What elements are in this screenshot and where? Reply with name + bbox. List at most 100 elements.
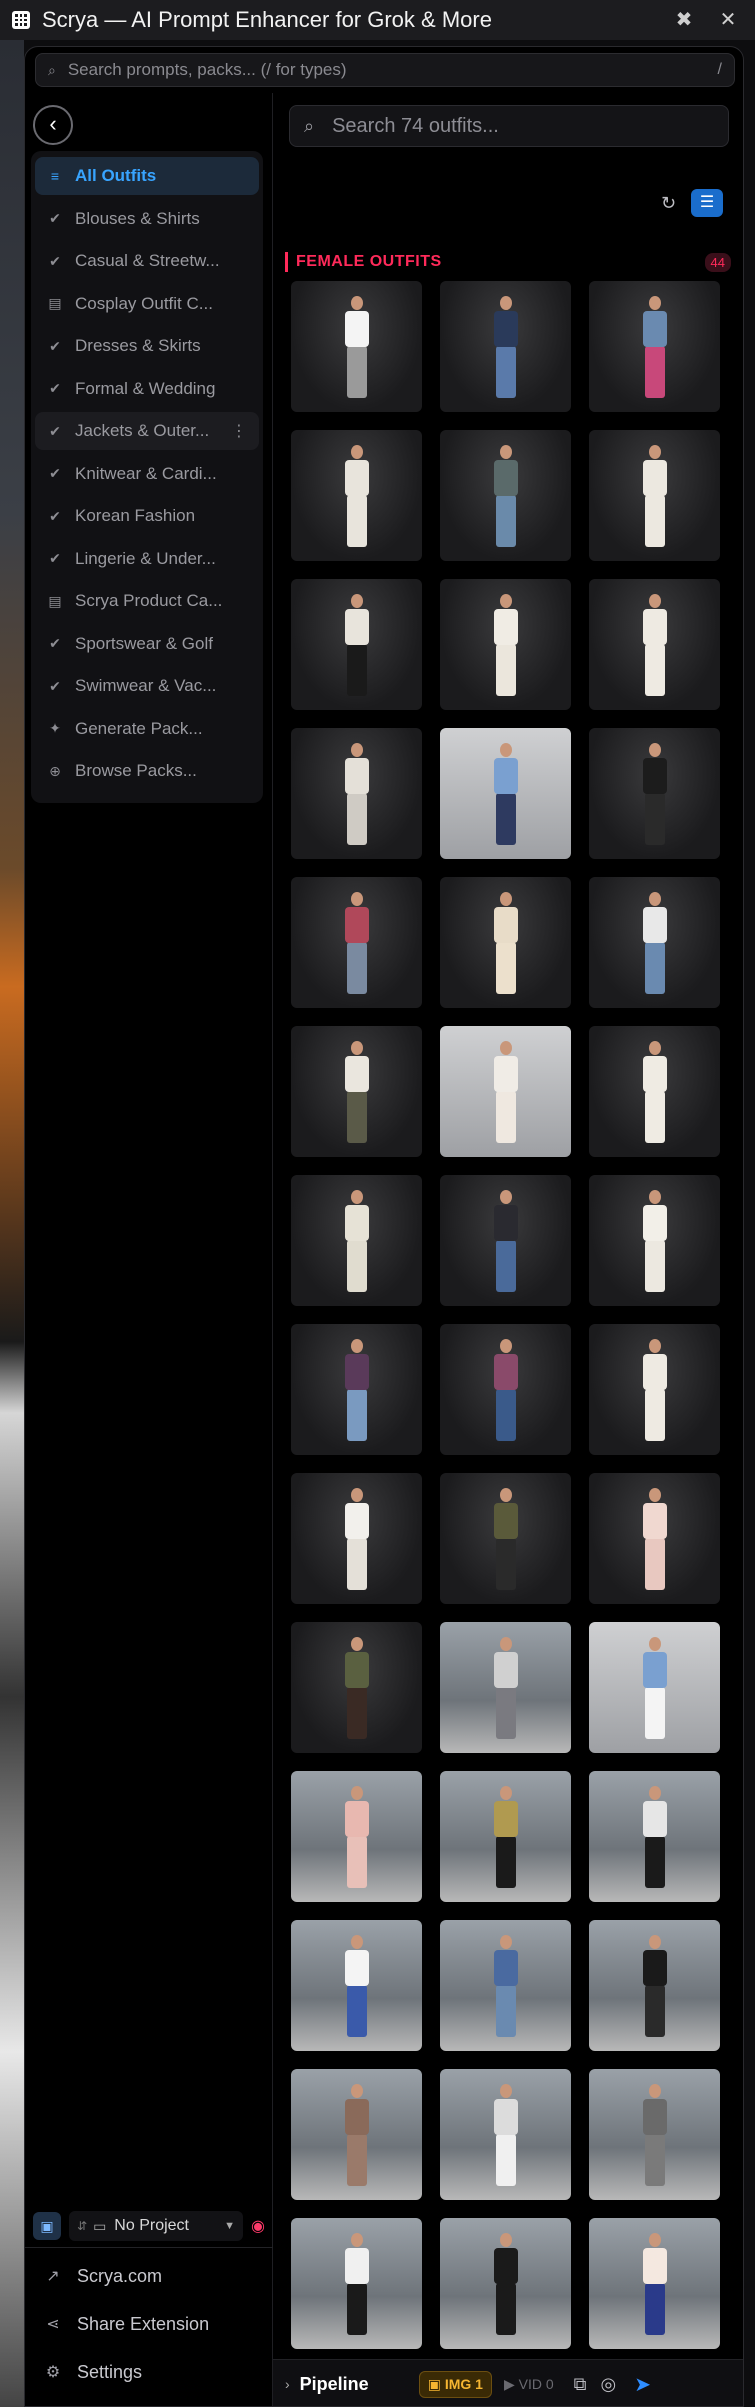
- check-icon: ✔: [49, 337, 61, 354]
- pin-off-icon[interactable]: ✖: [672, 8, 696, 32]
- outfit-thumbnail[interactable]: [589, 281, 720, 412]
- outfit-thumbnail[interactable]: [440, 2069, 571, 2200]
- outfit-thumbnail[interactable]: [589, 1473, 720, 1604]
- chevron-right-icon[interactable]: ›: [285, 2376, 290, 2392]
- sidebar-item[interactable]: ✔ Lingerie & Under...: [35, 540, 259, 578]
- plus-circle-icon: ⊕: [49, 762, 61, 779]
- box-icon: ▤: [48, 592, 62, 609]
- outfit-figure: [492, 2233, 520, 2341]
- link-share-extension[interactable]: ⋖ Share Extension: [43, 2309, 263, 2339]
- outfit-thumbnail[interactable]: [589, 430, 720, 561]
- vid-badge-label: VID 0: [518, 2375, 554, 2392]
- outfit-figure: [641, 1041, 669, 1149]
- outfit-thumbnail[interactable]: [291, 1324, 422, 1455]
- outfit-thumbnail[interactable]: [291, 1473, 422, 1604]
- send-icon[interactable]: ➤: [634, 2372, 651, 2397]
- sidebar-item[interactable]: ✔ Sportswear & Golf: [35, 625, 259, 663]
- outfit-thumbnail[interactable]: [440, 728, 571, 859]
- vid-count-badge[interactable]: ▶ VID 0: [498, 2372, 560, 2397]
- check-icon: ✔: [49, 422, 61, 439]
- outfit-thumbnail[interactable]: [589, 1771, 720, 1902]
- outfit-thumbnail[interactable]: [291, 1175, 422, 1306]
- outfit-thumbnail[interactable]: [589, 579, 720, 710]
- outfit-thumbnail[interactable]: [589, 1175, 720, 1306]
- project-badge-icon[interactable]: ▣: [33, 2212, 61, 2240]
- check-icon: ✔: [49, 252, 61, 269]
- outfit-thumbnail[interactable]: [589, 2218, 720, 2349]
- sidebar-item[interactable]: ✔ Casual & Streetw...: [35, 242, 259, 280]
- sidebar-item[interactable]: ✔ Dresses & Skirts: [35, 327, 259, 365]
- sidebar-item[interactable]: ⊕ Browse Packs...: [35, 752, 259, 790]
- back-button[interactable]: ‹: [33, 105, 73, 145]
- external-link-icon: ↗: [46, 2268, 60, 2285]
- outfit-thumbnail[interactable]: [291, 877, 422, 1008]
- target-icon[interactable]: ◎: [600, 2374, 616, 2395]
- outfit-thumbnail[interactable]: [589, 1324, 720, 1455]
- project-select[interactable]: ⇵ ▭ No Project ▼: [69, 2211, 244, 2241]
- sidebar-item[interactable]: ▤ Scrya Product Ca...: [35, 582, 259, 620]
- outfit-search-bar[interactable]: ⌕ Search 74 outfits...: [289, 105, 729, 147]
- outfit-thumbnail[interactable]: [440, 1771, 571, 1902]
- pipeline-label[interactable]: Pipeline: [300, 2374, 369, 2395]
- outfit-thumbnail[interactable]: [589, 728, 720, 859]
- eye-icon[interactable]: ◉: [251, 2216, 265, 2236]
- sidebar-item[interactable]: ✔ Formal & Wedding: [35, 370, 259, 408]
- outfit-thumbnail[interactable]: [291, 2069, 422, 2200]
- outfit-thumbnail[interactable]: [440, 1473, 571, 1604]
- close-icon[interactable]: ✕: [716, 8, 740, 32]
- outfit-thumbnail[interactable]: [589, 1622, 720, 1753]
- sidebar-item[interactable]: ✔ Jackets & Outer... ⋮: [35, 412, 259, 450]
- link-scrya-com[interactable]: ↗ Scrya.com: [43, 2261, 263, 2291]
- outfit-thumbnail[interactable]: [589, 1920, 720, 2051]
- sidebar-item[interactable]: ▤ Cosplay Outfit C...: [35, 285, 259, 323]
- outfit-thumbnail[interactable]: [291, 728, 422, 859]
- outfit-thumbnail[interactable]: [291, 430, 422, 561]
- outfit-grid: [291, 281, 721, 2349]
- outfit-thumbnail[interactable]: [440, 1324, 571, 1455]
- outfit-figure: [492, 1190, 520, 1298]
- outfit-thumbnail[interactable]: [440, 1622, 571, 1753]
- outfit-thumbnail[interactable]: [440, 579, 571, 710]
- sort-arrows-icon: ⇵: [77, 2219, 88, 2233]
- outfit-thumbnail[interactable]: [589, 2069, 720, 2200]
- link-label: Settings: [77, 2361, 143, 2382]
- outfit-thumbnail[interactable]: [440, 281, 571, 412]
- outfit-figure: [492, 892, 520, 1000]
- img-count-badge[interactable]: ▣ IMG 1: [418, 2370, 492, 2398]
- sidebar-item[interactable]: ≡ All Outfits: [35, 157, 259, 195]
- sidebar-item[interactable]: ✔ Blouses & Shirts: [35, 200, 259, 238]
- outfit-thumbnail[interactable]: [589, 1026, 720, 1157]
- outfit-thumbnail[interactable]: [291, 2218, 422, 2349]
- outfit-figure: [641, 1637, 669, 1745]
- outfit-thumbnail[interactable]: [440, 1920, 571, 2051]
- sidebar-item[interactable]: ✔ Korean Fashion: [35, 497, 259, 535]
- prompt-search-bar[interactable]: ⌕ Search prompts, packs... (/ for types)…: [35, 53, 735, 87]
- more-options-icon[interactable]: ⋮: [231, 421, 247, 441]
- outfit-thumbnail[interactable]: [291, 1920, 422, 2051]
- outfit-thumbnail[interactable]: [291, 281, 422, 412]
- outfit-thumbnail[interactable]: [440, 1175, 571, 1306]
- outfit-thumbnail[interactable]: [291, 579, 422, 710]
- outfit-thumbnail[interactable]: [291, 1622, 422, 1753]
- link-settings[interactable]: ⚙ Settings: [43, 2357, 263, 2387]
- check-icon: ✔: [49, 507, 61, 524]
- outfit-thumbnail[interactable]: [291, 1026, 422, 1157]
- list-view-button[interactable]: ☰: [691, 189, 723, 217]
- outfit-thumbnail[interactable]: [440, 877, 571, 1008]
- outfit-search-input[interactable]: Search 74 outfits...: [332, 115, 499, 138]
- prompt-search-input[interactable]: Search prompts, packs... (/ for types): [68, 60, 718, 80]
- outfit-thumbnail[interactable]: [291, 1771, 422, 1902]
- refresh-icon[interactable]: ↻: [661, 193, 676, 214]
- outfit-figure: [492, 1488, 520, 1596]
- outfit-thumbnail[interactable]: [440, 430, 571, 561]
- sidebar-item-label: Browse Packs...: [75, 761, 197, 780]
- img-badge-label: IMG 1: [444, 2375, 483, 2392]
- folder-icon: ▭: [93, 2217, 107, 2234]
- sidebar-item[interactable]: ✔ Swimwear & Vac...: [35, 667, 259, 705]
- copy-icon[interactable]: ⧉: [574, 2374, 587, 2395]
- outfit-thumbnail[interactable]: [440, 2218, 571, 2349]
- sidebar-item[interactable]: ✦ Generate Pack...: [35, 710, 259, 748]
- sidebar-item[interactable]: ✔ Knitwear & Cardi...: [35, 455, 259, 493]
- outfit-thumbnail[interactable]: [589, 877, 720, 1008]
- outfit-thumbnail[interactable]: [440, 1026, 571, 1157]
